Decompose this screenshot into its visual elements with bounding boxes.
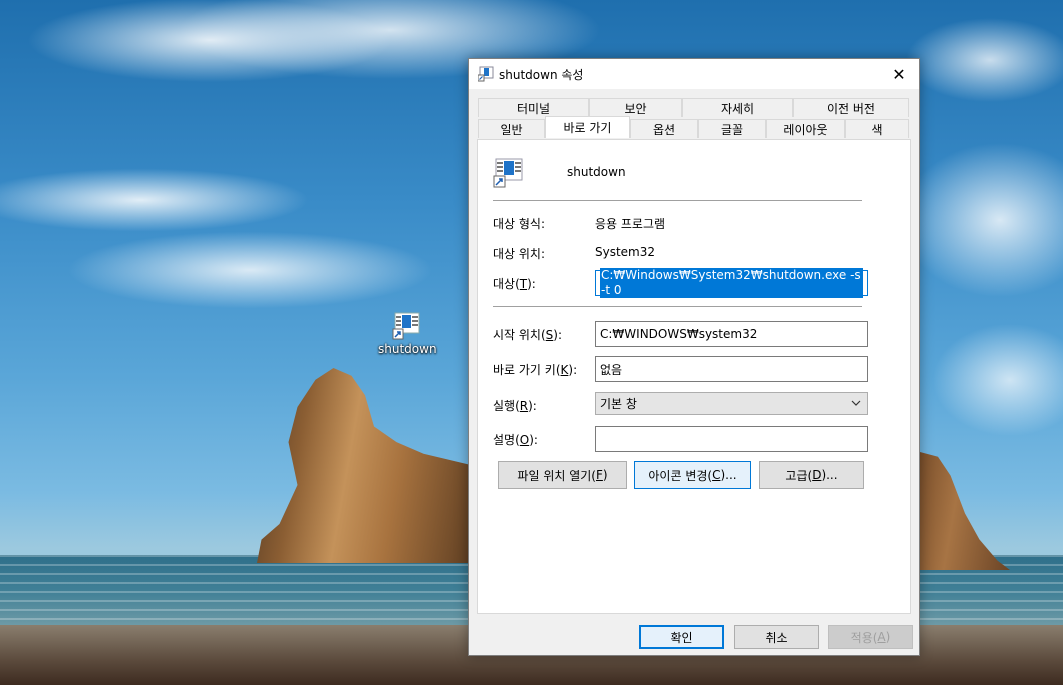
dialog-title: shutdown 속성	[499, 68, 584, 82]
tab-security[interactable]: 보안	[589, 98, 682, 117]
close-button[interactable]: ✕	[879, 59, 919, 89]
apply-button[interactable]: 적용(A)	[828, 625, 913, 649]
shortcut-key-input[interactable]: 없음	[595, 356, 868, 382]
desktop-shortcut-shutdown[interactable]: shutdown	[378, 312, 437, 356]
run-select[interactable]: 기본 창	[595, 392, 868, 415]
cancel-button[interactable]: 취소	[734, 625, 819, 649]
tab-details[interactable]: 자세히	[682, 98, 793, 117]
shortcut-app-icon	[392, 312, 422, 340]
target-label: 대상(T):	[493, 277, 536, 291]
tab-previous-versions[interactable]: 이전 버전	[793, 98, 909, 117]
target-type-label: 대상 형식:	[493, 217, 546, 231]
start-in-input[interactable]: C:₩WINDOWS₩system32	[595, 321, 868, 347]
separator	[493, 200, 862, 201]
ok-button[interactable]: 확인	[639, 625, 724, 649]
tab-options[interactable]: 옵션	[630, 119, 698, 138]
shortcut-key-label: 바로 가기 키(K):	[493, 363, 578, 377]
tab-colors[interactable]: 색	[845, 119, 909, 138]
tab-layout[interactable]: 레이아웃	[766, 119, 845, 138]
shortcut-tab-panel: shutdown 대상 형식: 응용 프로그램 대상 위치: System32 …	[477, 139, 911, 614]
start-in-label: 시작 위치(S):	[493, 328, 563, 342]
tab-font[interactable]: 글꼴	[698, 119, 766, 138]
desktop-shortcut-label: shutdown	[378, 342, 437, 356]
tab-shortcut[interactable]: 바로 가기	[545, 116, 630, 138]
comment-label: 설명(O):	[493, 433, 538, 447]
close-icon: ✕	[892, 64, 906, 84]
properties-dialog: shutdown 속성 ✕ 터미널 보안 자세히 이전 버전 일반 바로 가기 …	[468, 58, 920, 656]
title-bar[interactable]: shutdown 속성 ✕	[469, 59, 919, 89]
target-location-label: 대상 위치:	[493, 247, 546, 261]
shortcut-app-icon	[493, 158, 525, 191]
tab-terminal[interactable]: 터미널	[478, 98, 589, 117]
separator	[493, 306, 862, 307]
comment-input[interactable]	[595, 426, 868, 452]
run-label: 실행(R):	[493, 399, 537, 413]
app-name: shutdown	[567, 165, 626, 179]
tab-general[interactable]: 일반	[478, 119, 545, 138]
change-icon-button[interactable]: 아이콘 변경(C)...	[634, 461, 751, 489]
chevron-down-icon	[851, 397, 861, 409]
target-input[interactable]: C:₩Windows₩System32₩shutdown.exe -s -t 0	[595, 268, 868, 298]
advanced-button[interactable]: 고급(D)...	[759, 461, 864, 489]
target-type-value: 응용 프로그램	[595, 217, 666, 231]
shortcut-app-icon	[477, 66, 494, 82]
target-location-value: System32	[595, 245, 656, 259]
open-file-location-button[interactable]: 파일 위치 열기(F)	[498, 461, 627, 489]
